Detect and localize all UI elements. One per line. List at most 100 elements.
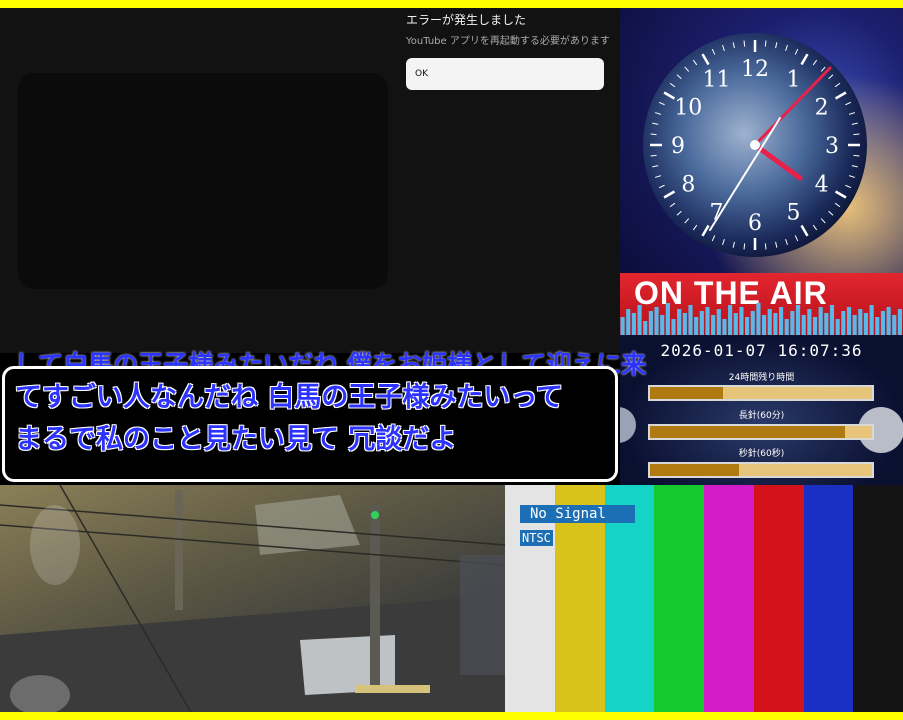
day-progress-bar [648, 385, 874, 401]
clock-numeral: 12 [741, 57, 769, 82]
equalizer-bar [756, 303, 761, 335]
equalizer-bar [677, 309, 682, 335]
minute-progress-bar [648, 424, 874, 440]
clock-numeral: 1 [787, 67, 801, 92]
clock-numeral: 6 [748, 211, 762, 236]
equalizer-bar [688, 305, 693, 335]
equalizer-bar [739, 307, 744, 335]
no-signal-label: No Signal [520, 505, 635, 523]
equalizer-bar [767, 309, 772, 335]
camera-scene [0, 485, 505, 712]
audio-equalizer [620, 303, 902, 335]
clock-tick [743, 40, 746, 47]
color-bar [654, 485, 705, 712]
equalizer-bar [637, 305, 642, 335]
multiview-frame: エラーが発生しました YouTube アプリを再起動する必要があります OK 1… [0, 0, 903, 720]
equalizer-bar [875, 317, 880, 335]
equalizer-bar [728, 305, 733, 335]
clock-numeral: 9 [671, 134, 685, 159]
clock-numeral: 5 [787, 201, 801, 226]
equalizer-bar [812, 317, 818, 335]
error-message: YouTube アプリを再起動する必要があります [406, 36, 610, 47]
subtitle-panel: して白馬の王子様みたいだね 僕をお姫様として迎えに来 てすごい人なんだね 白馬の… [0, 350, 646, 485]
equalizer-bar [773, 313, 778, 335]
clock-numeral: 2 [815, 96, 829, 121]
clock-tick [650, 133, 657, 136]
equalizer-bar [716, 309, 721, 335]
equalizer-bar [863, 313, 869, 335]
equalizer-bar [660, 315, 665, 335]
equalizer-bar [778, 307, 784, 335]
equalizer-bar [722, 319, 727, 335]
on-air-panel: ON THE AIR [620, 273, 903, 335]
equalizer-bar [829, 305, 835, 335]
analog-clock: 12 1234567891011 [620, 8, 903, 273]
clock-tick [853, 133, 860, 136]
clock-tick [743, 243, 746, 250]
clock-center [750, 140, 760, 150]
equalizer-bar [648, 311, 653, 335]
no-signal-panel: No Signal NTSC [505, 485, 903, 712]
equalizer-bar [795, 305, 801, 335]
clock-panel: 12 1 2 3 4 5 6 7 8 9 10 11 [620, 8, 903, 273]
day-remaining-label: 24時間残り時間 [728, 373, 795, 383]
equalizer-bar [626, 309, 631, 335]
subtitle-line-1: てすごい人なんだね 白馬の王子様みたいって [15, 382, 564, 413]
road [0, 595, 505, 712]
ok-button[interactable]: OK [406, 58, 604, 90]
equalizer-bar [880, 311, 886, 335]
equalizer-bar [631, 313, 636, 335]
ntsc-label: NTSC [520, 530, 553, 546]
minute-progress-fill [650, 426, 846, 438]
utility-pole [370, 505, 380, 685]
second-progress-bar [648, 462, 874, 478]
equalizer-bar [643, 321, 648, 335]
lens-glare [30, 505, 80, 585]
color-bar [753, 485, 804, 712]
equalizer-bar [892, 315, 897, 335]
day-progress-fill [650, 387, 724, 399]
building-right [460, 555, 505, 675]
equalizer-bar [869, 305, 874, 335]
equalizer-bar [852, 315, 857, 335]
error-title: エラーが発生しました [406, 13, 527, 27]
equalizer-bar [762, 315, 767, 335]
equalizer-bar [818, 307, 823, 335]
equalizer-bar [745, 317, 750, 335]
equalizer-bar [671, 319, 676, 335]
equalizer-bar [694, 317, 699, 335]
clock-numeral: 4 [815, 173, 829, 198]
equalizer-bar [846, 307, 852, 335]
subtitle-box: てすごい人なんだね 白馬の王子様みたいって まるで私のこと見たい見て 冗談だよ [2, 366, 618, 482]
clock-numeral: 8 [681, 173, 695, 198]
road-sign [355, 685, 430, 693]
equalizer-bar [858, 309, 863, 335]
clock-tick [650, 154, 657, 157]
clock-tick [764, 243, 767, 250]
video-placeholder [18, 73, 388, 289]
equalizer-bar [711, 315, 716, 335]
lens-glare [10, 675, 70, 712]
equalizer-bar [733, 313, 738, 335]
clock-numeral: 10 [674, 96, 702, 121]
color-bar [704, 485, 755, 712]
equalizer-bar [807, 309, 812, 335]
utility-pole-2 [175, 490, 183, 610]
minute-hand-label: 長針(60分) [738, 411, 785, 421]
equalizer-bar [750, 311, 755, 335]
equalizer-bar [824, 313, 829, 335]
street-camera-feed [0, 485, 505, 712]
equalizer-bar [897, 309, 902, 335]
equalizer-bar [665, 303, 670, 335]
equalizer-bar [654, 307, 659, 335]
countdown-panel: 2026-01-07 16:07:36 24時間残り時間 長針(60分) 秒針(… [620, 335, 903, 485]
second-hand-label: 秒針(60秒) [738, 449, 785, 459]
equalizer-bar [790, 311, 795, 335]
equalizer-bar [699, 311, 704, 335]
clock-tick [764, 40, 767, 47]
equalizer-bar [835, 319, 840, 335]
clock-tick [853, 154, 860, 157]
color-bar [853, 485, 903, 712]
second-progress-fill [650, 464, 739, 476]
equalizer-bar [705, 307, 710, 335]
